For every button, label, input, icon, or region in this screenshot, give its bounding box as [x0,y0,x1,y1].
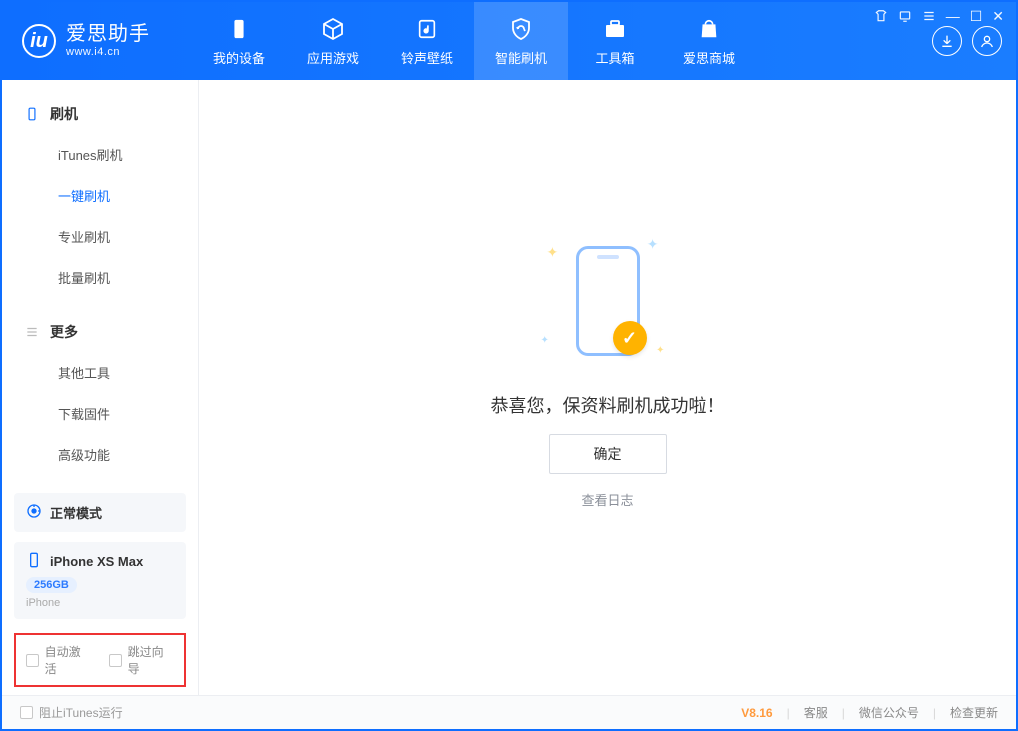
shield-sync-icon [508,16,534,42]
version: V8.16 [741,706,772,720]
maximize-button[interactable]: ☐ [970,8,983,24]
tab-toolbox[interactable]: 工具箱 [568,2,662,80]
menu-icon[interactable] [922,8,936,24]
music-icon [414,16,440,42]
sidebar: 刷机 iTunes刷机 一键刷机 专业刷机 批量刷机 更多 其他工具 下载固件 … [2,80,199,695]
checkbox-block-itunes[interactable]: 阻止iTunes运行 [20,704,123,721]
sidebar-item-other[interactable]: 其他工具 [2,352,198,393]
checkbox-icon [109,654,122,667]
mode-label: 正常模式 [50,503,102,522]
sidebar-item-adv[interactable]: 高级功能 [2,434,198,475]
app-url: www.i4.cn [66,46,150,59]
flash-icon [24,106,40,122]
group-title-label: 更多 [50,322,78,342]
footer: 阻止iTunes运行 V8.16 | 客服 | 微信公众号 | 检查更新 [2,695,1016,729]
tab-apps[interactable]: 应用游戏 [286,2,380,80]
bag-icon [696,16,722,42]
feedback-icon[interactable] [898,8,912,24]
download-button[interactable] [932,26,962,56]
more-icon [24,324,40,340]
user-button[interactable] [972,26,1002,56]
checkbox-skip-guide[interactable]: 跳过向导 [109,643,174,677]
success-text: 恭喜您，保资料刷机成功啦！ [491,392,725,418]
checkbox-label: 阻止iTunes运行 [39,704,123,721]
device-type: iPhone [26,597,174,609]
tab-label: 铃声壁纸 [401,48,453,67]
check-update-link[interactable]: 检查更新 [950,704,998,721]
tab-device[interactable]: 我的设备 [192,2,286,80]
group-more: 更多 [2,312,198,352]
group-flash: 刷机 [2,94,198,134]
sidebar-item-pro[interactable]: 专业刷机 [2,216,198,257]
minimize-button[interactable]: — [946,8,960,24]
checkbox-auto-activate[interactable]: 自动激活 [26,643,91,677]
mode-icon [26,503,42,522]
sidebar-item-itunes[interactable]: iTunes刷机 [2,134,198,175]
shirt-icon[interactable] [874,8,888,24]
view-log-link[interactable]: 查看日志 [581,490,633,509]
app-name: 爱思助手 [66,22,150,46]
support-link[interactable]: 客服 [804,704,828,721]
cube-icon [320,16,346,42]
checkbox-icon [26,654,39,667]
device-icon [226,16,252,42]
checkbox-label: 跳过向导 [128,643,174,677]
main-content: ✦ ✦ ✦ ✦ ✓ 恭喜您，保资料刷机成功啦！ 确定 查看日志 [199,80,1016,695]
tab-label: 智能刷机 [495,48,547,67]
device-card[interactable]: iPhone XS Max 256GB iPhone [14,542,186,619]
tab-label: 工具箱 [595,48,634,67]
sidebar-item-batch[interactable]: 批量刷机 [2,257,198,298]
header: — ☐ ✕ iu 爱思助手 www.i4.cn 我的设备 应用游戏 铃声壁纸 [2,2,1016,80]
close-button[interactable]: ✕ [992,8,1004,24]
group-title-label: 刷机 [50,104,78,124]
tab-store[interactable]: 爱思商城 [662,2,756,80]
device-name: iPhone XS Max [50,554,143,569]
device-capacity: 256GB [26,577,77,593]
wechat-link[interactable]: 微信公众号 [859,704,919,721]
app-window: — ☐ ✕ iu 爱思助手 www.i4.cn 我的设备 应用游戏 铃声壁纸 [0,0,1018,731]
window-controls: — ☐ ✕ [874,8,1004,24]
checkbox-label: 自动激活 [45,643,91,677]
ok-button[interactable]: 确定 [549,434,667,474]
tab-media[interactable]: 铃声壁纸 [380,2,474,80]
success-illustration: ✦ ✦ ✦ ✦ ✓ [533,226,683,376]
bottom-options: 自动激活 跳过向导 [14,633,186,687]
phone-icon: ✓ [576,246,640,356]
tab-label: 爱思商城 [683,48,735,67]
mode-card[interactable]: 正常模式 [14,493,186,532]
tab-label: 我的设备 [213,48,265,67]
logo-icon: iu [22,24,56,58]
logo: iu 爱思助手 www.i4.cn [2,2,192,80]
body: 刷机 iTunes刷机 一键刷机 专业刷机 批量刷机 更多 其他工具 下载固件 … [2,80,1016,695]
check-icon: ✓ [613,321,647,355]
sidebar-item-onekey[interactable]: 一键刷机 [2,175,198,216]
tab-label: 应用游戏 [307,48,359,67]
device-icon [26,552,42,571]
checkbox-icon [20,706,33,719]
toolbox-icon [602,16,628,42]
sidebar-nav: 刷机 iTunes刷机 一键刷机 专业刷机 批量刷机 更多 其他工具 下载固件 … [2,80,198,493]
sidebar-item-fw[interactable]: 下载固件 [2,393,198,434]
tabs: 我的设备 应用游戏 铃声壁纸 智能刷机 工具箱 爱思商城 [192,2,756,80]
sidebar-cards: 正常模式 iPhone XS Max 256GB iPhone [2,493,198,629]
tab-flash[interactable]: 智能刷机 [474,2,568,80]
